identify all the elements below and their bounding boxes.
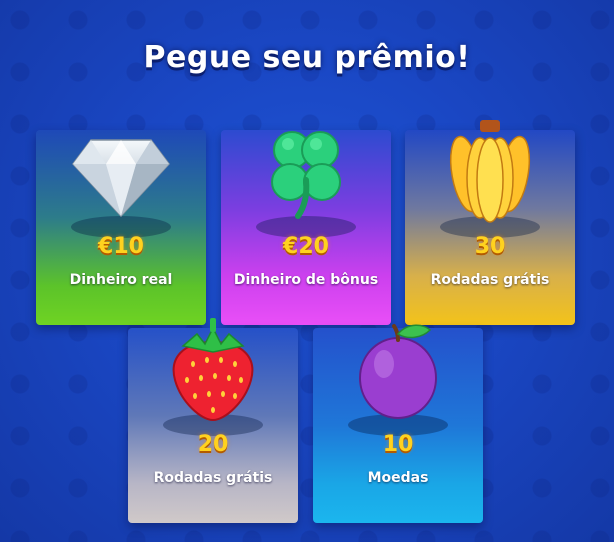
prize-amount: 10 (382, 432, 414, 457)
banana-icon (449, 120, 531, 223)
prize-amount: €20 (283, 234, 329, 259)
prize-label: Dinheiro de bônus (233, 272, 379, 288)
prize-amount: 30 (474, 234, 506, 259)
prize-label: Moedas (367, 470, 429, 486)
prize-card-bonus-money[interactable]: €20 Dinheiro de bônus (221, 130, 391, 325)
prize-amount: €10 (98, 234, 144, 259)
prize-label: Rodadas grátis (153, 470, 273, 486)
prize-label: Dinheiro real (69, 272, 173, 288)
prize-card-free-spins-2[interactable]: 20 Rodadas grátis (128, 318, 298, 523)
clover-icon (271, 131, 341, 219)
prize-card-real-money[interactable]: €10 Dinheiro real (36, 130, 206, 325)
page-title: Pegue seu prêmio! (143, 40, 471, 75)
prize-amount: 20 (197, 432, 229, 457)
prize-label: Rodadas grátis (430, 272, 550, 288)
prize-card-free-spins[interactable]: 30 Rodadas grátis (405, 120, 575, 325)
diamond-icon (72, 139, 170, 218)
strawberry-icon (172, 318, 254, 422)
plum-icon (359, 324, 437, 419)
prize-card-coins[interactable]: 10 Moedas (313, 324, 483, 523)
